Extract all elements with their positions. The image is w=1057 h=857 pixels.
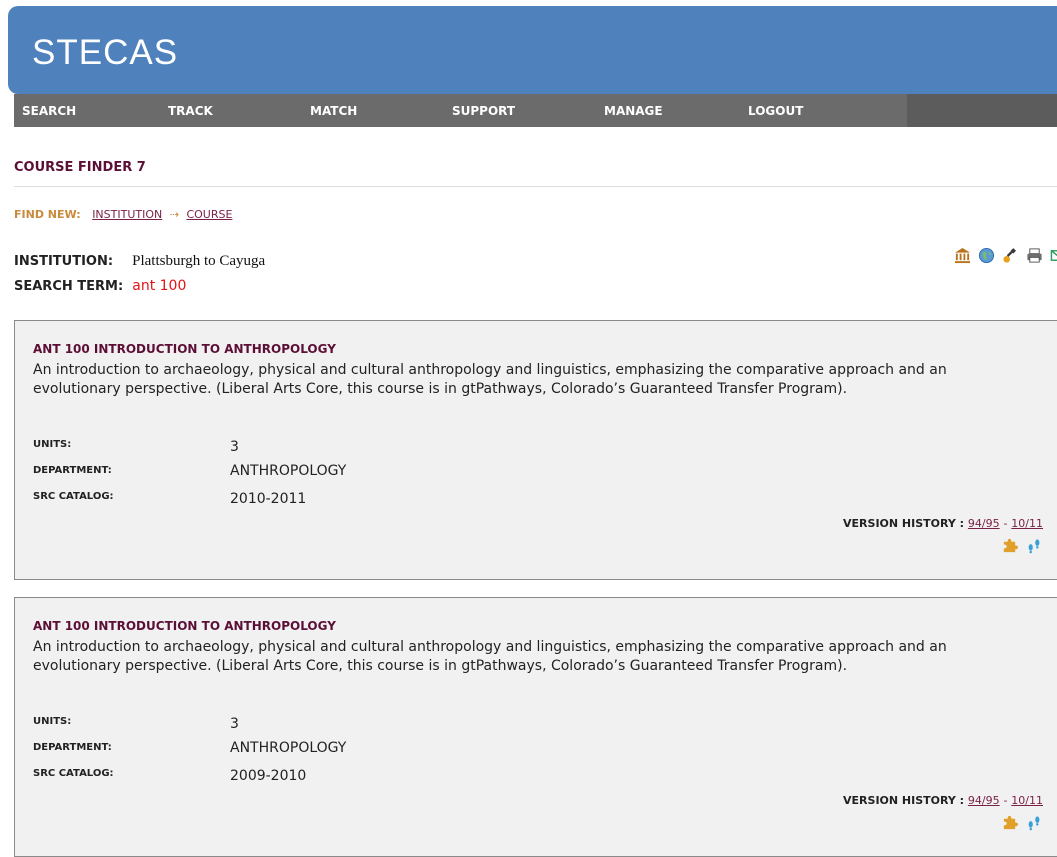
version-history-label: VERSION HISTORY : <box>843 517 965 530</box>
nav-track[interactable]: TRACK <box>168 104 213 118</box>
department-label: DEPARTMENT: <box>33 465 112 476</box>
version-history: VERSION HISTORY : 94/95 - 10/11 <box>843 517 1043 530</box>
footsteps-icon[interactable] <box>1026 814 1043 831</box>
nav-support[interactable]: SUPPORT <box>452 104 515 118</box>
course-title: ANT 100 INTRODUCTION TO ANTHROPOLOGY <box>33 342 336 356</box>
puzzle-icon[interactable] <box>1001 814 1018 831</box>
course-link[interactable]: COURSE <box>186 208 232 221</box>
page-title: COURSE FINDER 7 <box>14 160 146 175</box>
department-value: ANTHROPOLOGY <box>230 463 347 479</box>
course-card: ANT 100 INTRODUCTION TO ANTHROPOLOGY An … <box>14 320 1057 580</box>
catalog-value: 2009-2010 <box>230 768 307 784</box>
footsteps-icon[interactable] <box>1026 537 1043 554</box>
divider <box>14 186 1057 187</box>
institution-link[interactable]: INSTITUTION <box>92 208 162 221</box>
catalog-label: SRC CATALOG: <box>33 768 114 779</box>
find-new-breadcrumb: FIND NEW: INSTITUTION ⇢ COURSE <box>14 208 232 221</box>
course-title: ANT 100 INTRODUCTION TO ANTHROPOLOGY <box>33 619 336 633</box>
version-history: VERSION HISTORY : 94/95 - 10/11 <box>843 794 1043 807</box>
version-to-link[interactable]: 10/11 <box>1011 794 1043 807</box>
app-brand: STECAS <box>32 33 179 72</box>
nav-end-block <box>907 94 1057 127</box>
course-description: An introduction to archaeology, physical… <box>33 639 947 674</box>
version-from-link[interactable]: 94/95 <box>968 794 1000 807</box>
nav-manage[interactable]: MANAGE <box>604 104 663 118</box>
nav-logout[interactable]: LOGOUT <box>748 104 803 118</box>
department-label: DEPARTMENT: <box>33 742 112 753</box>
version-history-label: VERSION HISTORY : <box>843 794 965 807</box>
email-icon[interactable] <box>1050 247 1057 264</box>
version-separator: - <box>1003 794 1008 807</box>
course-card: ANT 100 INTRODUCTION TO ANTHROPOLOGY An … <box>14 597 1057 857</box>
main-nav: SEARCH TRACK MATCH SUPPORT MANAGE LOGOUT <box>14 94 1057 127</box>
print-icon[interactable] <box>1026 247 1043 264</box>
puzzle-icon[interactable] <box>1001 537 1018 554</box>
institution-label: INSTITUTION: <box>14 254 114 269</box>
units-label: UNITS: <box>33 439 72 450</box>
course-actions <box>1001 814 1043 831</box>
search-term-value: ant 100 <box>132 278 187 294</box>
course-description: An introduction to archaeology, physical… <box>33 362 947 397</box>
key-icon[interactable] <box>1002 247 1019 264</box>
version-separator: - <box>1003 517 1008 530</box>
globe-icon[interactable] <box>978 247 995 264</box>
units-value: 3 <box>230 716 239 732</box>
search-term-row: SEARCH TERM: ant 100 <box>14 275 186 294</box>
catalog-value: 2010-2011 <box>230 491 307 507</box>
nav-match[interactable]: MATCH <box>310 104 357 118</box>
units-label: UNITS: <box>33 716 72 727</box>
nav-search[interactable]: SEARCH <box>22 104 76 118</box>
header-banner: STECAS <box>8 6 1057 94</box>
version-to-link[interactable]: 10/11 <box>1011 517 1043 530</box>
course-actions <box>1001 537 1043 554</box>
institution-value: Plattsburgh to Cayuga <box>132 253 266 269</box>
find-new-label: FIND NEW: <box>14 208 81 221</box>
version-from-link[interactable]: 94/95 <box>968 517 1000 530</box>
institution-row: INSTITUTION: Plattsburgh to Cayuga <box>14 250 265 270</box>
arrow-icon: ⇢ <box>169 208 179 221</box>
department-value: ANTHROPOLOGY <box>230 740 347 756</box>
institution-icon[interactable] <box>954 247 971 264</box>
toolbar <box>954 247 1057 264</box>
units-value: 3 <box>230 439 239 455</box>
search-term-label: SEARCH TERM: <box>14 279 124 294</box>
catalog-label: SRC CATALOG: <box>33 491 114 502</box>
